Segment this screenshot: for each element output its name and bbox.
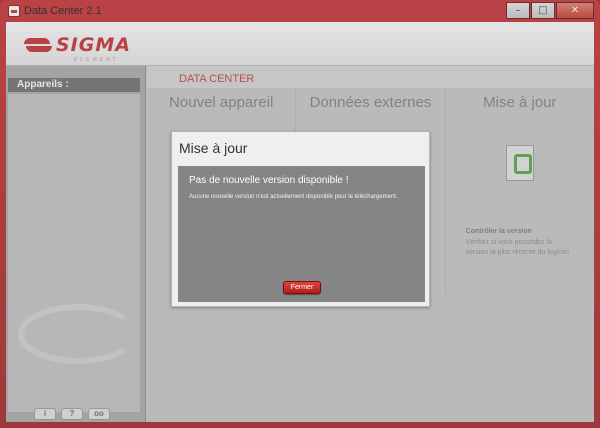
dialog-headline: Pas de nouvelle version disponible !	[189, 175, 349, 186]
fermer-button[interactable]: Fermer	[283, 281, 321, 294]
dialog-title: Mise à jour	[179, 140, 248, 156]
update-dialog: Mise à jour Pas de nouvelle version disp…	[171, 131, 430, 307]
dialog-message: Aucune nouvelle version n'est actuelleme…	[189, 194, 398, 200]
dialog-body: Pas de nouvelle version disponible ! Auc…	[178, 166, 425, 302]
